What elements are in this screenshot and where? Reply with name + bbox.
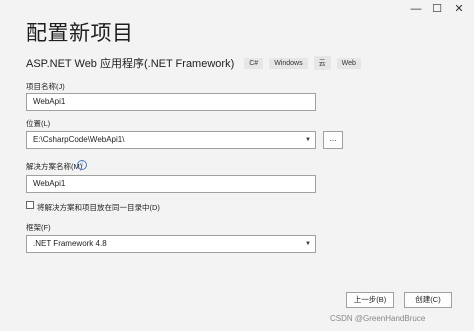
solution-name-label: 解决方案名称(M) [26,162,83,171]
location-dropdown[interactable]: E:\CsharpCode\WebApi1\ ▼ [26,131,316,149]
info-icon[interactable]: i [77,160,87,170]
location-label: 位置(L) [26,119,51,128]
tag-windows: Windows [269,57,308,69]
browse-button[interactable]: ... [323,131,343,149]
page-title: 配置新项目 [26,22,134,45]
tag-web: Web [336,57,361,69]
framework-dropdown[interactable]: .NET Framework 4.8 ▼ [26,235,316,253]
location-value: E:\CsharpCode\WebApi1\ [33,135,125,144]
close-icon[interactable]: ✕ [449,2,469,16]
title-bar: — ☐ ✕ [0,0,474,18]
maximize-icon[interactable]: ☐ [427,2,447,16]
template-info: ASP.NET Web 应用程序(.NET Framework) C# Wind… [26,55,367,71]
chevron-down-icon: ▼ [305,241,311,247]
same-directory-label: 将解决方案和项目放在同一目录中(D) [37,203,160,212]
template-name: ASP.NET Web 应用程序(.NET Framework) [26,58,235,70]
tag-cloud: 云 [313,56,331,70]
tag-csharp: C# [244,57,264,69]
chevron-down-icon: ▼ [305,137,311,143]
framework-value: .NET Framework 4.8 [33,239,107,248]
framework-label: 框架(F) [26,223,51,232]
minimize-icon[interactable]: — [406,2,426,16]
watermark: CSDN @GreenHandBruce [330,314,426,323]
same-directory-checkbox[interactable] [26,201,34,209]
back-button[interactable]: 上一步(B) [346,292,394,308]
project-name-label: 项目名称(J) [26,82,65,91]
solution-name-input[interactable]: WebApi1 [26,175,316,193]
project-name-input[interactable]: WebApi1 [26,93,316,111]
create-button[interactable]: 创建(C) [404,292,452,308]
